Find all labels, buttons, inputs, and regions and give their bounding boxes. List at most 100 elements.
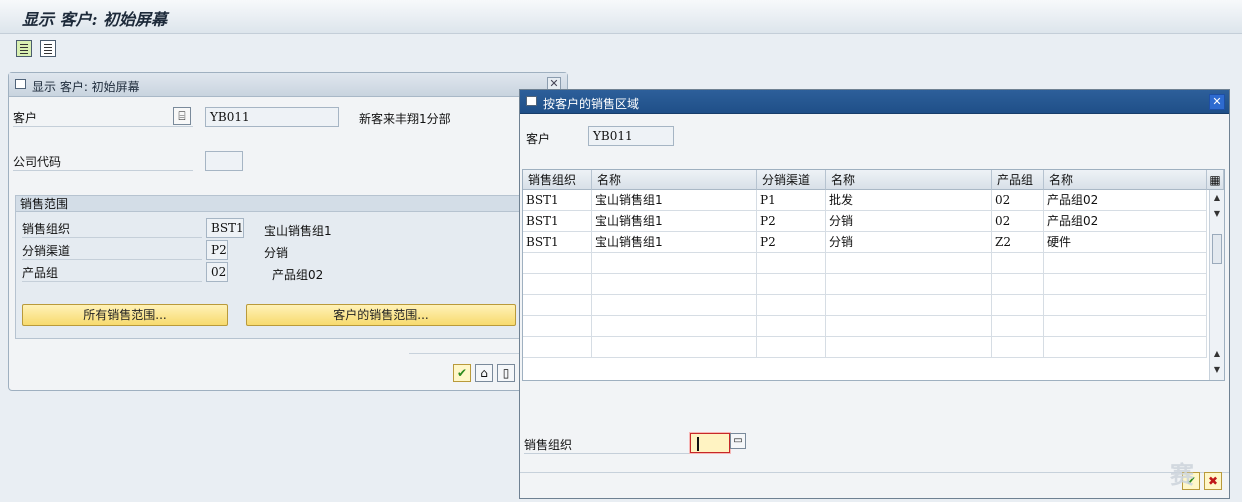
page-title: 显示 客户: 初始屏幕 [22, 10, 168, 29]
distribution-channel-label: 分销渠道 [22, 242, 202, 260]
vertical-scrollbar[interactable]: ▲ ▼ ▲ ▼ [1209, 190, 1224, 380]
empty-cell [592, 253, 757, 274]
empty-cell [592, 274, 757, 295]
window-icon [15, 79, 26, 89]
empty-cell [992, 316, 1044, 337]
sales-org-label: 销售组织 [22, 220, 202, 238]
binoculars-icon[interactable]: ⌸ [173, 107, 191, 125]
empty-cell [523, 337, 592, 358]
customer-label: 客户 [13, 109, 193, 127]
column-header[interactable]: 产品组 [992, 170, 1044, 190]
dialog2-customer-field: YB011 [588, 126, 674, 146]
empty-cell [592, 295, 757, 316]
title-bar: 显示 客户: 初始屏幕 [0, 0, 1242, 34]
empty-cell [1044, 295, 1207, 316]
division-field[interactable]: 02 [206, 262, 228, 282]
column-header[interactable]: 名称 [826, 170, 992, 190]
empty-cell [1044, 316, 1207, 337]
empty-cell [992, 337, 1044, 358]
sales-org-field[interactable]: BST1 [206, 218, 244, 238]
filter-sales-org-label: 销售组织 [524, 436, 692, 454]
dialog2-title: 按客户的销售区域 [543, 97, 640, 111]
sales-area-group: 销售范围 销售组织 BST1 宝山销售组1 分销渠道 P2 分销 产品组 02 … [15, 195, 561, 339]
empty-cell [992, 274, 1044, 295]
table-cell: P1 [757, 190, 826, 211]
empty-cell [826, 337, 992, 358]
empty-cell [757, 274, 826, 295]
filter-sales-org-input[interactable] [690, 433, 730, 453]
table-cell: P2 [757, 211, 826, 232]
scroll-thumb[interactable] [1212, 234, 1222, 264]
empty-cell [826, 274, 992, 295]
column-header[interactable]: 名称 [592, 170, 757, 190]
company-code-field[interactable] [205, 151, 243, 171]
scroll-down-icon[interactable]: ▼ [1210, 364, 1224, 376]
new-document-icon[interactable]: ▯ [497, 364, 515, 382]
document-icon[interactable] [16, 40, 32, 57]
close-icon[interactable]: ✕ [1209, 94, 1225, 110]
empty-cell [826, 316, 992, 337]
empty-cell [757, 316, 826, 337]
empty-cell [757, 253, 826, 274]
empty-cell [826, 295, 992, 316]
table-cell: 宝山销售组1 [592, 232, 757, 253]
table-cell: Z2 [992, 232, 1044, 253]
dialog-header: 显示 客户: 初始屏幕 ✕ [9, 73, 567, 97]
sales-area-table: 销售组织 名称 分销渠道 名称 产品组 名称 ▦ BST1 宝山销售组1 P1 … [522, 169, 1225, 381]
document-alt-icon[interactable] [40, 40, 56, 57]
empty-cell [1044, 253, 1207, 274]
customer-sales-areas-button[interactable]: 客户的销售范围... [246, 304, 516, 326]
table-cell: 分销 [826, 211, 992, 232]
empty-cell [523, 295, 592, 316]
table-cell: 产品组02 [1044, 190, 1207, 211]
empty-cell [592, 337, 757, 358]
customer-name: 新客来丰翔1分部 [359, 112, 451, 126]
search-help-icon[interactable]: ▭ [730, 433, 746, 449]
table-cell: 硬件 [1044, 232, 1207, 253]
empty-cell [992, 295, 1044, 316]
table-cell: BST1 [523, 190, 592, 211]
table-cell: BST1 [523, 211, 592, 232]
column-header[interactable]: 销售组织 [523, 170, 592, 190]
dialog2-customer-label: 客户 [526, 132, 551, 146]
company-code-label: 公司代码 [13, 153, 193, 171]
all-sales-areas-button[interactable]: 所有销售范围... [22, 304, 228, 326]
empty-cell [757, 295, 826, 316]
empty-cell [757, 337, 826, 358]
table-cell: 分销 [826, 232, 992, 253]
empty-cell [523, 253, 592, 274]
distribution-channel-field[interactable]: P2 [206, 240, 228, 260]
table-cell: BST1 [523, 232, 592, 253]
scroll-up-icon[interactable]: ▲ [1210, 192, 1224, 204]
cancel-button[interactable]: ✖ [1204, 472, 1222, 490]
empty-cell [592, 316, 757, 337]
table-settings-icon[interactable]: ▦ [1207, 170, 1224, 190]
confirm-button[interactable]: ✔ [453, 364, 471, 382]
table-cell: 批发 [826, 190, 992, 211]
column-header[interactable]: 分销渠道 [757, 170, 826, 190]
initial-screen-dialog: 显示 客户: 初始屏幕 ✕ 客户 ⌸ YB011 新客来丰翔1分部 公司代码 销… [8, 72, 568, 391]
toolbar [0, 34, 1242, 64]
empty-cell [523, 274, 592, 295]
table-cell: 产品组02 [1044, 211, 1207, 232]
empty-cell [826, 253, 992, 274]
empty-cell [1044, 274, 1207, 295]
table-cell: 宝山销售组1 [592, 211, 757, 232]
division-desc: 产品组02 [272, 268, 324, 282]
window-icon [526, 96, 537, 106]
scroll-up-icon[interactable]: ▲ [1210, 348, 1224, 360]
table-cell: P2 [757, 232, 826, 253]
column-header[interactable]: 名称 [1044, 170, 1207, 190]
sales-area-title: 销售范围 [16, 196, 560, 212]
customer-field[interactable]: YB011 [205, 107, 339, 127]
scroll-down-icon[interactable]: ▼ [1210, 208, 1224, 220]
sales-area-dialog: 按客户的销售区域 ✕ 客户 YB011 销售组织 名称 分销渠道 名称 产品组 … [519, 89, 1230, 499]
text-caret [697, 437, 699, 451]
division-label: 产品组 [22, 264, 202, 282]
footer-divider [520, 472, 1229, 473]
empty-cell [1044, 337, 1207, 358]
empty-cell [992, 253, 1044, 274]
unlock-icon[interactable]: ⌂ [475, 364, 493, 382]
empty-cell [523, 316, 592, 337]
table-cell: 宝山销售组1 [592, 190, 757, 211]
